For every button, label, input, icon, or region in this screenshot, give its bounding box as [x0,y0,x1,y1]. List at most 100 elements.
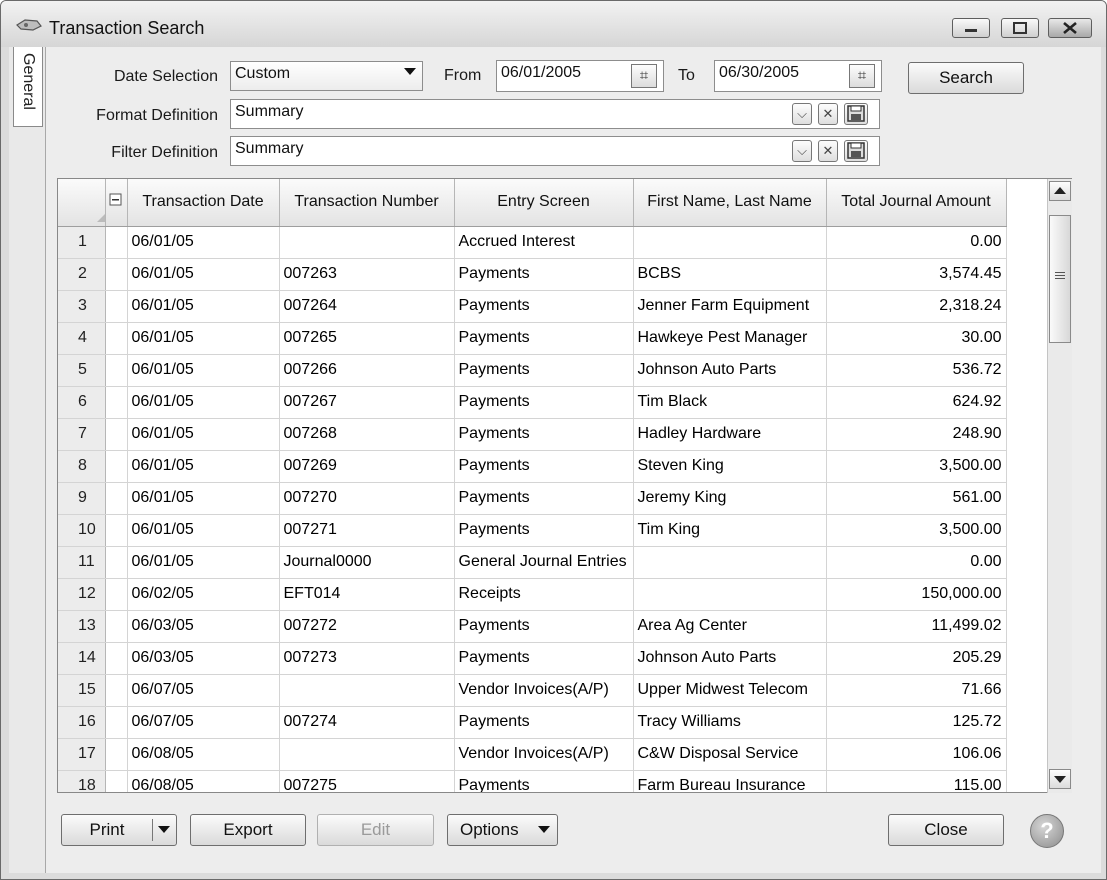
cell-transaction-number[interactable]: 007269 [279,450,455,483]
cell-transaction-number[interactable]: 007267 [279,386,455,419]
table-row[interactable]: 10 06/01/05 007271 Payments Tim King 3,500.00 [58,514,1007,547]
cell-transaction-number[interactable]: 007274 [279,706,455,739]
table-row[interactable]: 7 06/01/05 007268 Payments Hadley Hardware 24… [58,418,1007,451]
cell-transaction-date[interactable]: 06/01/05 [127,354,280,387]
cell-transaction-date[interactable]: 06/01/05 [127,290,280,323]
cell-entry-screen[interactable]: Payments [454,354,634,387]
row-number[interactable]: 9 [58,482,106,515]
cell-transaction-number[interactable]: 007275 [279,770,455,792]
cell-total-amount[interactable]: 2,318.24 [826,290,1007,323]
cell-entry-screen[interactable]: Receipts [454,578,634,611]
cell-entry-screen[interactable]: Payments [454,610,634,643]
row-number[interactable]: 10 [58,514,106,547]
from-date-input[interactable]: 06/01/2005 ⌗ [496,60,664,92]
cell-total-amount[interactable]: 71.66 [826,674,1007,707]
cell-transaction-number[interactable]: 007273 [279,642,455,675]
table-row[interactable]: 2 06/01/05 007263 Payments BCBS 3,574.45 [58,258,1007,291]
cell-entry-screen[interactable]: Payments [454,770,634,792]
cell-transaction-date[interactable]: 06/08/05 [127,770,280,792]
cell-total-amount[interactable]: 3,574.45 [826,258,1007,291]
cell-transaction-date[interactable]: 06/08/05 [127,738,280,771]
cell-transaction-number[interactable]: 007264 [279,290,455,323]
cell-name[interactable]: Jenner Farm Equipment [633,290,827,323]
cell-total-amount[interactable]: 150,000.00 [826,578,1007,611]
tab-general[interactable]: General [13,47,43,127]
cell-transaction-number[interactable]: 007271 [279,514,455,547]
table-row[interactable]: 14 06/03/05 007273 Payments Johnson Auto Par… [58,642,1007,675]
format-dropdown-chevron-icon[interactable]: ⌵ [792,103,812,125]
cell-total-amount[interactable]: 30.00 [826,322,1007,355]
table-row[interactable]: 13 06/03/05 007272 Payments Area Ag Center 11… [58,610,1007,643]
export-button[interactable]: Export [190,814,306,846]
cell-entry-screen[interactable]: Payments [454,482,634,515]
options-button[interactable]: Options [447,814,558,846]
cell-total-amount[interactable]: 0.00 [826,226,1007,259]
column-header-total-journal-amount[interactable]: Total Journal Amount [826,179,1007,227]
help-icon[interactable]: ? [1030,814,1064,848]
cell-name[interactable]: Johnson Auto Parts [633,354,827,387]
cell-total-amount[interactable]: 106.06 [826,738,1007,771]
table-row[interactable]: 11 06/01/05 Journal0000 General Journal Ent… [58,546,1007,579]
row-number[interactable]: 7 [58,418,106,451]
row-number[interactable]: 1 [58,226,106,259]
filter-definition-input[interactable]: Summary [230,136,880,166]
search-button[interactable]: Search [908,62,1024,94]
cell-total-amount[interactable]: 115.00 [826,770,1007,792]
row-number[interactable]: 14 [58,642,106,675]
cell-transaction-date[interactable]: 06/01/05 [127,546,280,579]
table-row[interactable]: 5 06/01/05 007266 Payments Johnson Auto Part… [58,354,1007,387]
transactions-grid[interactable]: Transaction Date Transaction Number Entr… [57,178,1072,793]
table-row[interactable]: 1 06/01/05 Accrued Interest 0.00 [58,226,1007,259]
filter-save-icon[interactable] [844,140,868,162]
cell-transaction-number[interactable]: 007263 [279,258,455,291]
row-number[interactable]: 3 [58,290,106,323]
vertical-scrollbar[interactable] [1047,179,1072,793]
cell-name[interactable]: Tim Black [633,386,827,419]
cell-transaction-date[interactable]: 06/01/05 [127,386,280,419]
cell-transaction-number[interactable]: 007270 [279,482,455,515]
cell-transaction-date[interactable]: 06/01/05 [127,258,280,291]
cell-transaction-date[interactable]: 06/07/05 [127,706,280,739]
cell-entry-screen[interactable]: Vendor Invoices(A/P) [454,738,634,771]
close-window-button[interactable] [1048,18,1092,38]
cell-name[interactable]: C&W Disposal Service [633,738,827,771]
cell-transaction-number[interactable]: EFT014 [279,578,455,611]
format-definition-input[interactable]: Summary [230,99,880,129]
cell-total-amount[interactable]: 11,499.02 [826,610,1007,643]
date-selection-dropdown[interactable]: Custom [230,61,423,91]
cell-name[interactable] [633,546,827,579]
cell-entry-screen[interactable]: Payments [454,642,634,675]
cell-name[interactable] [633,578,827,611]
cell-entry-screen[interactable]: Payments [454,514,634,547]
collapse-toggle[interactable] [105,179,128,227]
column-header-first-last-name[interactable]: First Name, Last Name [633,179,827,227]
format-save-icon[interactable] [844,103,868,125]
cell-transaction-date[interactable]: 06/03/05 [127,610,280,643]
cell-name[interactable]: Upper Midwest Telecom [633,674,827,707]
row-number[interactable]: 13 [58,610,106,643]
cell-total-amount[interactable]: 248.90 [826,418,1007,451]
cell-transaction-date[interactable]: 06/02/05 [127,578,280,611]
cell-entry-screen[interactable]: Accrued Interest [454,226,634,259]
print-dropdown-arrow-icon[interactable] [158,826,170,833]
cell-transaction-date[interactable]: 06/01/05 [127,322,280,355]
cell-transaction-date[interactable]: 06/01/05 [127,226,280,259]
cell-name[interactable]: Jeremy King [633,482,827,515]
row-number[interactable]: 16 [58,706,106,739]
cell-total-amount[interactable]: 3,500.00 [826,450,1007,483]
cell-transaction-number[interactable] [279,674,455,707]
table-row[interactable]: 8 06/01/05 007269 Payments Steven King 3,500.… [58,450,1007,483]
cell-entry-screen[interactable]: Payments [454,258,634,291]
cell-name[interactable]: BCBS [633,258,827,291]
cell-transaction-number[interactable] [279,226,455,259]
cell-transaction-number[interactable]: 007266 [279,354,455,387]
cell-name[interactable]: Hadley Hardware [633,418,827,451]
cell-entry-screen[interactable]: Payments [454,322,634,355]
cell-entry-screen[interactable]: Payments [454,386,634,419]
cell-total-amount[interactable]: 0.00 [826,546,1007,579]
format-clear-icon[interactable]: ✕ [818,103,838,125]
minimize-button[interactable] [952,18,990,38]
row-number[interactable]: 11 [58,546,106,579]
table-row[interactable]: 3 06/01/05 007264 Payments Jenner Farm Equip… [58,290,1007,323]
table-row[interactable]: 12 06/02/05 EFT014 Receipts 150,000.00 [58,578,1007,611]
